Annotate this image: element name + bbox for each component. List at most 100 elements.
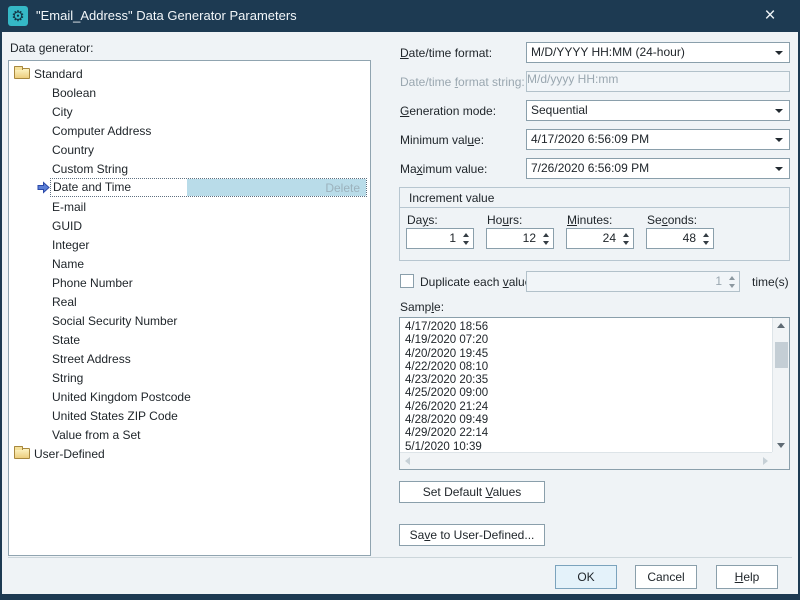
sample-item: 4/28/2020 09:49 [405, 414, 772, 427]
spin-down-icon[interactable] [543, 241, 549, 245]
datetime-format-label: Date/time format: [400, 46, 492, 60]
selected-row-highlight: Delete [187, 179, 366, 196]
sample-items: 4/17/2020 18:56 4/19/2020 07:20 4/20/202… [400, 318, 772, 452]
close-icon: × [764, 5, 775, 27]
tree-item-street-address[interactable]: Street Address [9, 349, 370, 368]
window-title: "Email_Address" Data Generator Parameter… [36, 0, 297, 32]
spin-up-icon[interactable] [703, 233, 709, 237]
spin-up-icon [729, 276, 735, 280]
selected-tree-row[interactable]: Date and Time Delete [50, 178, 367, 197]
sample-item: 4/29/2020 22:14 [405, 427, 772, 440]
generation-mode-label: Generation mode: [400, 104, 496, 118]
set-default-values-button[interactable]: Set Default Values [399, 481, 545, 503]
duplicate-each-value-checkbox[interactable] [400, 274, 414, 288]
gear-icon: ⚙ [11, 9, 24, 24]
tree-item-state[interactable]: State [9, 330, 370, 349]
hours-label: Hours: [487, 213, 522, 227]
tree-item-e-mail[interactable]: E-mail [9, 197, 370, 216]
maximum-value-combo[interactable]: 7/26/2020 6:56:09 PM [526, 158, 790, 179]
spin-down-icon[interactable] [463, 241, 469, 245]
delete-node-button[interactable]: Delete [325, 181, 360, 195]
minutes-label: Minutes: [567, 213, 612, 227]
tree-item-united-states-zip-code[interactable]: United States ZIP Code [9, 406, 370, 425]
chevron-down-icon [775, 109, 783, 113]
folder-icon [14, 68, 30, 79]
help-button[interactable]: Help [716, 565, 778, 589]
times-suffix-label: time(s) [752, 275, 789, 289]
spin-up-icon[interactable] [543, 233, 549, 237]
scroll-right-icon[interactable] [763, 457, 768, 465]
title-bar: ⚙ "Email_Address" Data Generator Paramet… [0, 0, 800, 32]
tree-item-phone-number[interactable]: Phone Number [9, 273, 370, 292]
tree-item-computer-address[interactable]: Computer Address [9, 121, 370, 140]
sample-item: 4/17/2020 18:56 [405, 321, 772, 334]
generation-mode-combo[interactable]: Sequential [526, 100, 790, 121]
folder-icon [14, 448, 30, 459]
spin-down-icon[interactable] [623, 241, 629, 245]
dialog-window: ⚙ "Email_Address" Data Generator Paramet… [0, 0, 800, 600]
tree-item-value-from-a-set[interactable]: Value from a Set [9, 425, 370, 444]
duplicate-count-spinner: 1 [526, 271, 740, 292]
tree-item-name[interactable]: Name [9, 254, 370, 273]
tree-item-user-defined[interactable]: User-Defined [9, 444, 370, 463]
format-string-label: Date/time format string: [400, 75, 525, 89]
minimum-value-label: Minimum value: [400, 133, 484, 147]
sample-item: 4/20/2020 19:45 [405, 348, 772, 361]
spin-up-icon[interactable] [463, 233, 469, 237]
tree-item-date-and-time[interactable]: Date and Time Delete [9, 178, 370, 197]
datetime-format-combo[interactable]: M/D/YYYY HH:MM (24-hour) [526, 42, 790, 63]
seconds-spinner[interactable]: 48 [646, 228, 714, 249]
sample-item: 4/23/2020 20:35 [405, 374, 772, 387]
format-string-input: M/d/yyyy HH:mm [526, 71, 790, 92]
focused-node-arrow-icon [37, 181, 50, 194]
tree-item-integer[interactable]: Integer [9, 235, 370, 254]
horizontal-scrollbar[interactable] [400, 452, 773, 469]
sample-item: 4/25/2020 09:00 [405, 387, 772, 400]
tree-item-social-security-number[interactable]: Social Security Number [9, 311, 370, 330]
ok-button[interactable]: OK [555, 565, 617, 589]
minutes-spinner[interactable]: 24 [566, 228, 634, 249]
scroll-up-icon[interactable] [777, 323, 785, 328]
data-generator-tree[interactable]: Standard Boolean City Computer Address C… [8, 60, 371, 556]
duplicate-each-value-label: Duplicate each value [420, 275, 531, 289]
scroll-left-icon[interactable] [405, 457, 410, 465]
hours-spinner[interactable]: 12 [486, 228, 554, 249]
vertical-scrollbar[interactable] [772, 318, 789, 453]
sample-item: 4/22/2020 08:10 [405, 361, 772, 374]
app-gear-icon: ⚙ [8, 6, 28, 26]
maximum-value-label: Maximum value: [400, 162, 487, 176]
scrollbar-corner [772, 452, 789, 469]
spin-up-icon[interactable] [623, 233, 629, 237]
window-border-left [0, 32, 2, 600]
sample-item: 5/1/2020 10:39 [405, 441, 772, 452]
save-to-user-defined-button[interactable]: Save to User-Defined... [399, 524, 545, 546]
sample-label: Sample: [400, 300, 444, 314]
tree-item-country[interactable]: Country [9, 140, 370, 159]
chevron-down-icon [775, 167, 783, 171]
close-button[interactable]: × [748, 0, 792, 32]
increment-value-group: Increment value Days: 1 Hours: 12 Minute… [399, 187, 790, 261]
tree-item-string[interactable]: String [9, 368, 370, 387]
seconds-label: Seconds: [647, 213, 697, 227]
footer-separator [8, 557, 792, 558]
tree-item-standard[interactable]: Standard [9, 64, 370, 83]
chevron-down-icon [775, 138, 783, 142]
tree-item-custom-string[interactable]: Custom String [9, 159, 370, 178]
tree-item-city[interactable]: City [9, 102, 370, 121]
cancel-button[interactable]: Cancel [635, 565, 697, 589]
spin-down-icon [729, 284, 735, 288]
sample-list[interactable]: 4/17/2020 18:56 4/19/2020 07:20 4/20/202… [399, 317, 790, 470]
chevron-down-icon [775, 51, 783, 55]
tree-item-boolean[interactable]: Boolean [9, 83, 370, 102]
tree-item-united-kingdom-postcode[interactable]: United Kingdom Postcode [9, 387, 370, 406]
spin-down-icon[interactable] [703, 241, 709, 245]
scroll-down-icon[interactable] [777, 443, 785, 448]
sample-item: 4/26/2020 21:24 [405, 401, 772, 414]
window-border-bottom [0, 594, 800, 600]
tree-item-real[interactable]: Real [9, 292, 370, 311]
days-spinner[interactable]: 1 [406, 228, 474, 249]
vertical-scroll-thumb[interactable] [775, 342, 788, 368]
minimum-value-combo[interactable]: 4/17/2020 6:56:09 PM [526, 129, 790, 150]
tree-item-guid[interactable]: GUID [9, 216, 370, 235]
days-label: Days: [407, 213, 438, 227]
